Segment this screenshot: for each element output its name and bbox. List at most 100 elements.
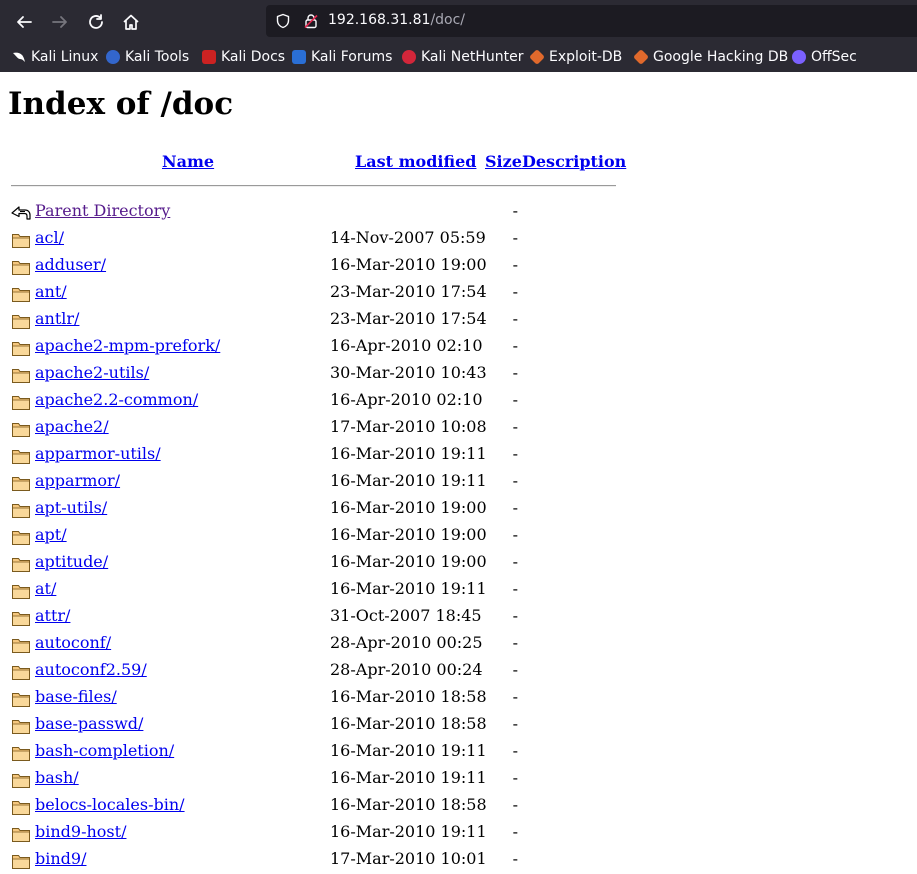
bookmark-label: Kali Linux: [31, 49, 99, 65]
size-cell: -: [512, 363, 518, 382]
browser-toolbar: 192.168.31.81/doc/ Kali Linux Kali Tools…: [0, 0, 917, 72]
directory-link[interactable]: aptitude/: [35, 552, 108, 571]
column-header-description[interactable]: Description: [522, 152, 626, 171]
size-cell: -: [512, 336, 518, 355]
directory-row: bash-completion/16-Mar-2010 19:11 -: [0, 739, 917, 766]
bookmark-exploit-db[interactable]: Exploit-DB: [529, 48, 622, 66]
directory-link[interactable]: bash-completion/: [35, 741, 174, 760]
last-modified-cell: 28-Apr-2010 00:24: [330, 660, 483, 679]
url-text[interactable]: 192.168.31.81/doc/: [328, 12, 465, 28]
size-cell: -: [512, 390, 518, 409]
last-modified-cell: 16-Mar-2010 19:11: [330, 471, 487, 490]
folder-icon: [12, 423, 30, 437]
last-modified-cell: 16-Mar-2010 19:11: [330, 768, 487, 787]
directory-link[interactable]: bash/: [35, 768, 79, 787]
directory-link[interactable]: apache2/: [35, 417, 109, 436]
directory-link[interactable]: base-passwd/: [35, 714, 143, 733]
insecure-lock-icon[interactable]: [302, 12, 320, 30]
kali-forums-icon: [292, 50, 306, 64]
parent-directory-link[interactable]: Parent Directory: [35, 201, 170, 220]
size-cell: -: [512, 201, 518, 220]
folder-icon: [12, 666, 30, 680]
folder-icon: [12, 396, 30, 410]
folder-icon: [12, 801, 30, 815]
address-bar[interactable]: 192.168.31.81/doc/: [266, 5, 917, 37]
directory-link[interactable]: acl/: [35, 228, 64, 247]
kali-docs-icon: [202, 50, 216, 64]
size-cell: -: [512, 822, 518, 841]
bookmark-kali-tools[interactable]: Kali Tools: [106, 48, 189, 66]
size-cell: -: [512, 633, 518, 652]
directory-link[interactable]: autoconf/: [35, 633, 111, 652]
size-cell: -: [512, 255, 518, 274]
column-header-size[interactable]: Size: [485, 152, 522, 171]
directory-link[interactable]: belocs-locales-bin/: [35, 795, 185, 814]
size-cell: -: [512, 606, 518, 625]
directory-row: bash/16-Mar-2010 19:11 -: [0, 766, 917, 793]
folder-icon: [12, 720, 30, 734]
directory-link[interactable]: autoconf2.59/: [35, 660, 147, 679]
home-icon: [123, 14, 139, 30]
bookmark-kali-forums[interactable]: Kali Forums: [292, 48, 392, 66]
folder-icon: [12, 639, 30, 653]
last-modified-cell: 16-Mar-2010 18:58: [330, 795, 487, 814]
directory-link[interactable]: apache2-utils/: [35, 363, 149, 382]
size-cell: -: [512, 417, 518, 436]
size-cell: -: [512, 795, 518, 814]
last-modified-cell: 16-Mar-2010 18:58: [330, 687, 487, 706]
folder-icon: [12, 855, 30, 869]
column-header-last-modified[interactable]: Last modified: [355, 152, 476, 171]
size-cell: -: [512, 660, 518, 679]
directory-link[interactable]: apache2-mpm-prefork/: [35, 336, 220, 355]
bookmark-kali-docs[interactable]: Kali Docs: [202, 48, 285, 66]
column-header-name[interactable]: Name: [162, 152, 214, 171]
directory-link[interactable]: apparmor/: [35, 471, 120, 490]
directory-link[interactable]: at/: [35, 579, 56, 598]
size-cell: -: [512, 498, 518, 517]
directory-link[interactable]: apt/: [35, 525, 67, 544]
folder-icon: [12, 450, 30, 464]
last-modified-cell: 17-Mar-2010 10:08: [330, 417, 487, 436]
directory-link[interactable]: ant/: [35, 282, 67, 301]
bookmark-kali-nethunter[interactable]: Kali NetHunter: [402, 48, 523, 66]
directory-row: antlr/23-Mar-2010 17:54 -: [0, 307, 917, 334]
url-host: 192.168.31.81: [328, 12, 431, 28]
directory-link[interactable]: attr/: [35, 606, 70, 625]
bookmark-offsec[interactable]: OffSec: [792, 48, 857, 66]
bookmark-label: Kali Docs: [221, 49, 286, 65]
directory-link[interactable]: apache2.2-common/: [35, 390, 198, 409]
directory-link[interactable]: apt-utils/: [35, 498, 107, 517]
forward-button[interactable]: [48, 10, 72, 34]
folder-icon: [12, 828, 30, 842]
bookmark-kali-linux[interactable]: Kali Linux: [12, 48, 98, 66]
directory-link[interactable]: bind9-host/: [35, 822, 126, 841]
directory-link[interactable]: base-files/: [35, 687, 117, 706]
bookmark-label: Kali Tools: [125, 49, 190, 65]
directory-link[interactable]: adduser/: [35, 255, 106, 274]
last-modified-cell: 16-Mar-2010 19:00: [330, 498, 487, 517]
last-modified-cell: 17-Mar-2010 10:01: [330, 849, 487, 868]
directory-row: adduser/16-Mar-2010 19:00 -: [0, 253, 917, 280]
directory-link[interactable]: apparmor-utils/: [35, 444, 161, 463]
reload-button[interactable]: [84, 10, 108, 34]
directory-link[interactable]: bind9/: [35, 849, 86, 868]
size-cell: -: [512, 282, 518, 301]
directory-link[interactable]: antlr/: [35, 309, 79, 328]
home-button[interactable]: [119, 10, 143, 34]
back-button[interactable]: [12, 10, 36, 34]
folder-icon: [12, 585, 30, 599]
directory-row: attr/31-Oct-2007 18:45 -: [0, 604, 917, 631]
size-cell: -: [512, 579, 518, 598]
last-modified-cell: 16-Mar-2010 19:00: [330, 552, 487, 571]
last-modified-cell: 16-Mar-2010 19:00: [330, 525, 487, 544]
bookmarks-toolbar: Kali Linux Kali Tools Kali Docs Kali For…: [0, 44, 917, 70]
header-divider: [11, 185, 616, 187]
last-modified-cell: 23-Mar-2010 17:54: [330, 282, 487, 301]
last-modified-cell: 16-Apr-2010 02:10: [330, 336, 483, 355]
bookmark-google-hacking-db[interactable]: Google Hacking DB: [633, 48, 788, 66]
size-cell: -: [512, 768, 518, 787]
directory-row: apache2-mpm-prefork/16-Apr-2010 02:10 -: [0, 334, 917, 361]
last-modified-cell: 16-Mar-2010 19:11: [330, 822, 487, 841]
shield-icon[interactable]: [274, 12, 292, 30]
size-cell: -: [512, 849, 518, 868]
